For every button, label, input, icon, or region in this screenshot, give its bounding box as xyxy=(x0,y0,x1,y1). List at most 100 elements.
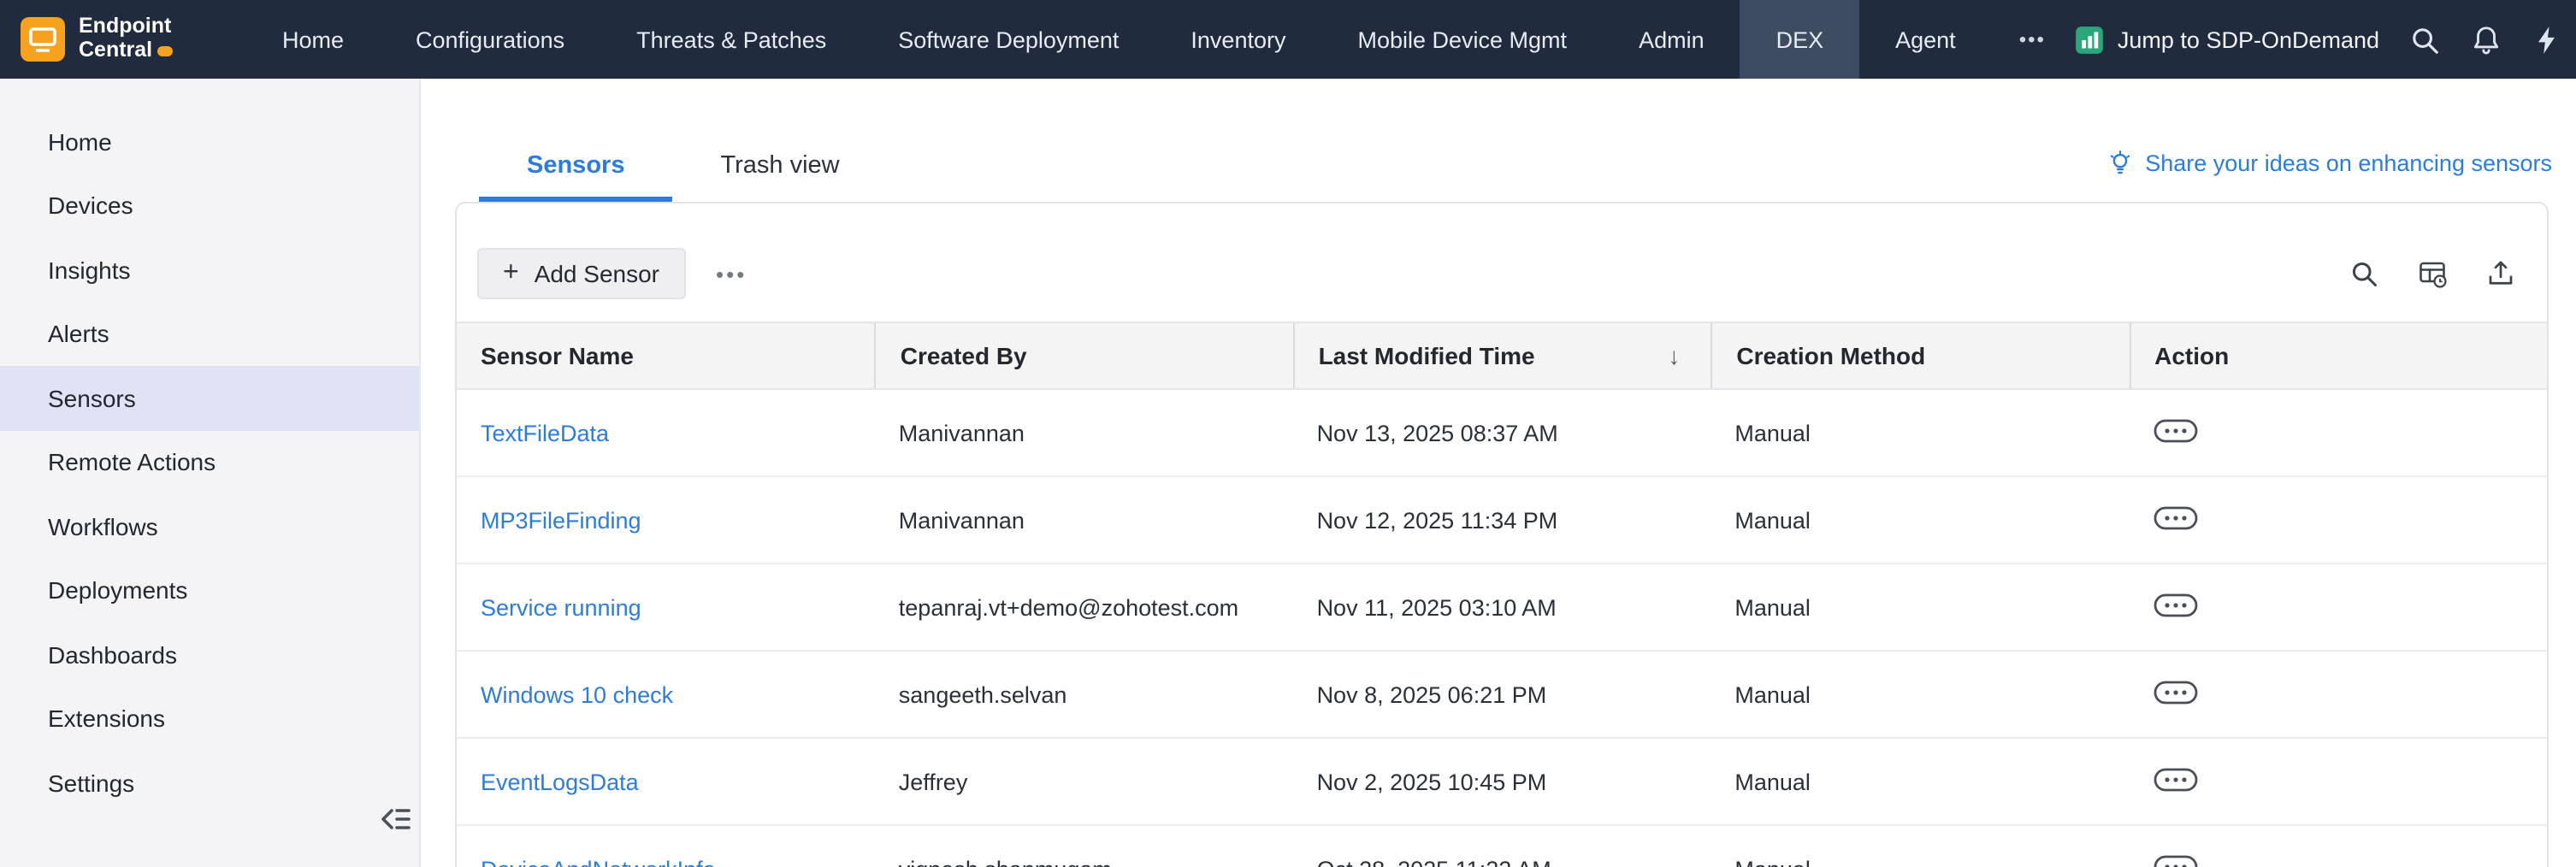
topbar-nav-label: Mobile Device Mgmt xyxy=(1357,27,1567,52)
col-created-by[interactable]: Created By xyxy=(875,323,1293,388)
created-by-cell: tepanraj.vt+demo@zohotest.com xyxy=(875,594,1293,620)
add-sensor-button[interactable]: + Add Sensor xyxy=(477,248,685,299)
sidebar-item-label: Devices xyxy=(48,192,133,220)
sidebar-item[interactable]: Sensors xyxy=(0,366,419,430)
topbar-nav-item[interactable]: Agent xyxy=(1859,0,1992,79)
creation-method-cell: Manual xyxy=(1710,856,2129,867)
sensor-name-link[interactable]: EventLogsData xyxy=(481,769,639,794)
sort-descending-icon[interactable]: ↓ xyxy=(1668,342,1680,369)
col-last-modified[interactable]: Last Modified Time ↓ xyxy=(1293,323,1711,388)
sidebar-nav: Home Devices Insights Alerts Sensors Rem… xyxy=(0,109,419,815)
sidebar-item-label: Settings xyxy=(48,770,134,797)
created-by-cell: vignesh shanmugam xyxy=(875,856,1293,867)
endpoint-central-logo-icon xyxy=(21,17,65,62)
sidebar-item[interactable]: Devices xyxy=(0,174,419,238)
topbar-nav-item[interactable]: Inventory xyxy=(1155,0,1321,79)
sidebar-item[interactable]: Insights xyxy=(0,238,419,302)
table-row: TextFileData Manivannan Nov 13, 2025 08:… xyxy=(457,390,2547,477)
search-icon[interactable] xyxy=(2408,23,2441,56)
sensors-card: + Add Sensor ••• xyxy=(455,202,2549,867)
collapse-sidebar-icon[interactable] xyxy=(375,799,416,840)
brand-accent-dot xyxy=(157,46,173,56)
ellipsis-pill-icon xyxy=(2153,680,2197,704)
last-modified-cell: Nov 13, 2025 08:37 AM xyxy=(1293,420,1711,445)
row-action-cell xyxy=(2129,854,2547,867)
row-more-actions-button[interactable] xyxy=(2153,593,2197,616)
sidebar-item-label: Alerts xyxy=(48,321,109,348)
sidebar-item[interactable]: Settings xyxy=(0,751,419,815)
topbar-more-button[interactable]: ••• xyxy=(1992,27,2073,51)
export-icon[interactable] xyxy=(2485,258,2516,289)
sidebar-item[interactable]: Extensions xyxy=(0,687,419,751)
sidebar-item[interactable]: Alerts xyxy=(0,302,419,366)
topbar-nav-label: Software Deployment xyxy=(898,27,1119,52)
sidebar-item-label: Home xyxy=(48,128,112,156)
row-more-actions-button[interactable] xyxy=(2153,680,2197,704)
sensor-name-link[interactable]: TextFileData xyxy=(481,420,609,445)
topbar-nav-item[interactable]: Admin xyxy=(1603,0,1740,79)
topbar-nav-label: Admin xyxy=(1639,27,1705,52)
sidebar-item[interactable]: Dashboards xyxy=(0,622,419,687)
sensor-name-link[interactable]: Service running xyxy=(481,594,641,620)
tabs-row: Sensors Trash view Share your ideas on e… xyxy=(421,79,2576,202)
sensor-name-link[interactable]: MP3FileFinding xyxy=(481,507,641,533)
row-more-actions-button[interactable] xyxy=(2153,767,2197,791)
topbar: Endpoint Central Home Configurations Thr… xyxy=(0,0,2576,79)
creation-method-cell: Manual xyxy=(1710,594,2129,620)
sidebar-item[interactable]: Remote Actions xyxy=(0,430,419,494)
content-tab[interactable]: Trash view xyxy=(672,133,887,202)
sensor-name-link[interactable]: DeviceAndNetworkInfo xyxy=(481,856,716,867)
topbar-nav-item[interactable]: Mobile Device Mgmt xyxy=(1321,0,1603,79)
ellipsis-pill-icon xyxy=(2153,593,2197,616)
ellipsis-pill-icon xyxy=(2153,505,2197,529)
sidebar-item-label: Workflows xyxy=(48,513,158,540)
share-ideas-label: Share your ideas on enhancing sensors xyxy=(2145,150,2552,176)
topbar-nav-item[interactable]: DEX xyxy=(1740,0,1860,79)
table-search-icon[interactable] xyxy=(2349,258,2379,289)
sidebar-item[interactable]: Workflows xyxy=(0,494,419,558)
ellipsis-pill-icon xyxy=(2153,854,2197,867)
topbar-nav-label: Inventory xyxy=(1191,27,1285,52)
sidebar-item[interactable]: Home xyxy=(0,109,419,174)
topbar-nav-label: Agent xyxy=(1895,27,1956,52)
quick-actions-bolt-icon[interactable] xyxy=(2532,23,2564,56)
table-row: DeviceAndNetworkInfo vignesh shanmugam O… xyxy=(457,826,2547,867)
table-row: Service running tepanraj.vt+demo@zohotes… xyxy=(457,564,2547,652)
sidebar-item[interactable]: Deployments xyxy=(0,558,419,622)
jump-to-sdp-link[interactable]: Jump to SDP-OnDemand xyxy=(2073,23,2379,56)
col-sensor-name[interactable]: Sensor Name xyxy=(457,323,875,388)
last-modified-cell: Nov 2, 2025 10:45 PM xyxy=(1293,769,1711,794)
sensor-name-link[interactable]: Windows 10 check xyxy=(481,681,673,707)
row-action-cell xyxy=(2129,418,2547,447)
col-last-modified-label: Last Modified Time xyxy=(1319,342,1535,369)
row-more-actions-button[interactable] xyxy=(2153,854,2197,867)
share-ideas-link[interactable]: Share your ideas on enhancing sensors xyxy=(2106,149,2552,178)
row-more-actions-button[interactable] xyxy=(2153,418,2197,442)
row-action-cell xyxy=(2129,505,2547,534)
topbar-nav-label: Threats & Patches xyxy=(636,27,826,52)
topbar-nav-label: DEX xyxy=(1776,27,1824,52)
sidebar-item-label: Deployments xyxy=(48,577,187,605)
col-action: Action xyxy=(2129,323,2547,388)
share-ideas-icon xyxy=(2106,149,2135,178)
view-options-icon[interactable] xyxy=(2417,258,2448,289)
row-more-actions-button[interactable] xyxy=(2153,505,2197,529)
topbar-nav-item[interactable]: Home xyxy=(246,0,380,79)
notifications-bell-icon[interactable] xyxy=(2470,23,2502,56)
sensor-name-cell: EventLogsData xyxy=(457,769,875,794)
col-creation-method[interactable]: Creation Method xyxy=(1710,323,2129,388)
sidebar: Home Devices Insights Alerts Sensors Rem… xyxy=(0,79,421,867)
topbar-nav-item[interactable]: Threats & Patches xyxy=(600,0,862,79)
brand-name: Endpoint Central xyxy=(79,16,173,63)
creation-method-cell: Manual xyxy=(1710,681,2129,707)
table-row: MP3FileFinding Manivannan Nov 12, 2025 1… xyxy=(457,477,2547,564)
content-tab[interactable]: Sensors xyxy=(479,133,672,202)
toolbar-icons xyxy=(2349,258,2516,289)
table-header: Sensor Name Created By Last Modified Tim… xyxy=(457,321,2547,390)
toolbar-more-button[interactable]: ••• xyxy=(716,261,747,286)
sidebar-item-label: Dashboards xyxy=(48,641,177,669)
topbar-nav-item[interactable]: Software Deployment xyxy=(862,0,1155,79)
brand-logo[interactable]: Endpoint Central xyxy=(0,16,246,63)
sdp-ondemand-icon xyxy=(2073,23,2106,56)
topbar-nav-item[interactable]: Configurations xyxy=(380,0,600,79)
